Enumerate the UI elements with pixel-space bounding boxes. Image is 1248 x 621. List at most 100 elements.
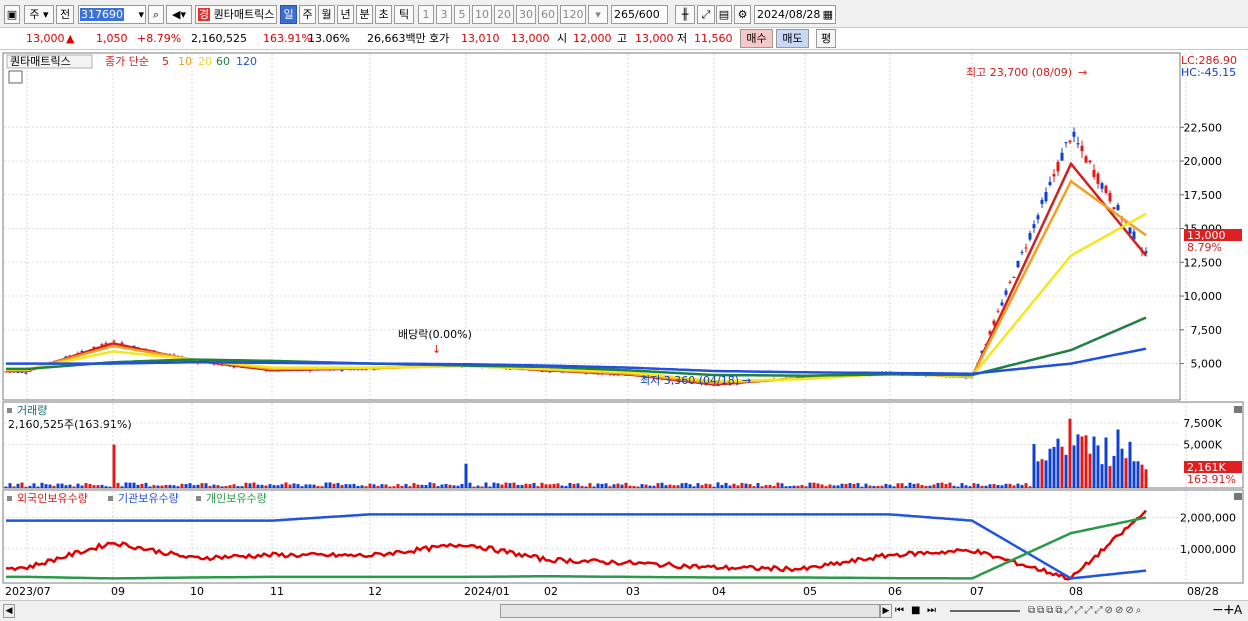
font-size-icon[interactable]: A — [1234, 602, 1246, 618]
date-field[interactable]: 2024/08/28 ▦ — [754, 5, 836, 24]
volume-bar — [996, 485, 1000, 488]
search-icon[interactable]: ⌕ — [148, 5, 164, 24]
volume-close-icon[interactable] — [1234, 406, 1242, 413]
volume-bar — [868, 485, 872, 488]
volume-bar — [1036, 461, 1040, 488]
custom-period-dropdown[interactable]: ▾ — [588, 5, 608, 24]
table-toggle-icon[interactable] — [8, 70, 23, 84]
scroll-right-button[interactable]: ▶ — [880, 604, 892, 618]
minute-5[interactable]: 5 — [454, 5, 470, 24]
candle-body — [1072, 131, 1076, 137]
volume-bar — [808, 482, 812, 488]
minute-20[interactable]: 20 — [494, 5, 514, 24]
stock-name: 퀀타매트릭스 — [213, 8, 275, 21]
stock-code-input[interactable]: 317690 ▾ — [78, 5, 146, 24]
volume-bar — [268, 484, 272, 488]
legend-ma120: 120 — [236, 55, 257, 68]
save-icon[interactable]: ▤ — [716, 5, 732, 24]
minute-120[interactable]: 120 — [560, 5, 586, 24]
candle-body — [1056, 161, 1060, 172]
volume-title: 거래량 — [17, 404, 47, 417]
period-second[interactable]: 초 — [375, 5, 392, 24]
volume-bar — [1088, 453, 1092, 488]
volume-bar — [1136, 461, 1140, 488]
period-day[interactable]: 일 — [280, 5, 297, 24]
sell-button[interactable]: 매도 — [776, 29, 809, 48]
volume-bar — [264, 485, 268, 488]
minute-3[interactable]: 3 — [436, 5, 452, 24]
volume-bar — [748, 484, 752, 488]
volume-bar — [360, 485, 364, 488]
mode-select[interactable]: 주 ▾ — [24, 5, 54, 24]
stop-icon[interactable]: ■ — [911, 604, 925, 618]
fast-forward-icon[interactable]: ⏭ — [927, 604, 941, 618]
grid-layer — [26, 54, 1187, 583]
volume-bar — [1112, 455, 1116, 488]
volume-bar — [172, 485, 176, 488]
volume-bar — [256, 484, 260, 488]
volume-bar — [1128, 441, 1132, 488]
volume-bar — [4, 486, 8, 488]
holdings-marker-foreign — [7, 496, 12, 501]
candle-body — [996, 311, 1000, 313]
calendar-icon[interactable]: ▦ — [823, 6, 833, 23]
stock-name-field[interactable]: 경 퀀타매트릭스 — [195, 5, 277, 24]
period-minute[interactable]: 분 — [356, 5, 373, 24]
x-axis-label: 09 — [111, 585, 125, 598]
scroll-left-button[interactable]: ◀ — [3, 604, 15, 618]
speaker-icon[interactable]: ◀▾ — [166, 5, 192, 24]
minute-1[interactable]: 1 — [418, 5, 434, 24]
gear-icon[interactable]: ⚙ — [734, 5, 751, 24]
front-button[interactable]: 전 — [56, 5, 74, 24]
volume-bar — [716, 482, 720, 488]
price-change: 1,050 — [96, 32, 128, 45]
volume-bar — [564, 485, 568, 488]
drawing-tools-icons[interactable]: ⧉⧉⧉⧉⤢⤢⤢⤢⊘⊘⊘⌕ — [1028, 604, 1218, 618]
volume-bar — [984, 485, 988, 488]
period-tick[interactable]: 틱 — [394, 5, 414, 24]
volume-bar — [880, 485, 884, 488]
eval-button[interactable]: 평 — [816, 29, 836, 48]
legend-ma60: 60 — [216, 55, 230, 68]
volume-bar — [728, 485, 732, 488]
x-axis-label: 05 — [803, 585, 817, 598]
scroll-thumb[interactable] — [500, 604, 880, 618]
volume-bar — [320, 486, 324, 488]
window-icon[interactable]: ▣ — [4, 5, 20, 24]
candle-body — [1068, 140, 1072, 143]
volume-bar — [368, 483, 372, 488]
minute-10[interactable]: 10 — [472, 5, 492, 24]
candle-body — [112, 340, 116, 342]
volume-bar — [992, 484, 996, 488]
volume-bar — [372, 484, 376, 488]
volume-bar — [1072, 445, 1076, 488]
volume-bar — [640, 484, 644, 488]
volume-bar — [420, 484, 424, 488]
volume-bar — [128, 482, 132, 488]
period-year[interactable]: 년 — [337, 5, 354, 24]
volume-bar — [596, 483, 600, 488]
holdings-line-1 — [6, 513, 1147, 580]
candle-body — [1092, 169, 1096, 177]
zoom-slider[interactable] — [950, 610, 1020, 612]
x-axis-label: 02 — [544, 585, 558, 598]
volume-bar — [680, 483, 684, 488]
rewind-icon[interactable]: ⏮ — [895, 604, 909, 618]
holdings-close-icon[interactable] — [1234, 493, 1242, 500]
line-draw-icon[interactable]: ⤢ — [697, 5, 715, 24]
volume-bar — [548, 484, 552, 488]
volume-bar — [56, 483, 60, 488]
period-month[interactable]: 월 — [318, 5, 335, 24]
volume-bar — [912, 484, 916, 488]
buy-button[interactable]: 매수 — [740, 29, 773, 48]
volume-bar — [44, 484, 48, 488]
minute-60[interactable]: 60 — [538, 5, 558, 24]
candle-type-icon[interactable]: ╫ — [675, 5, 695, 24]
volume-current-pct: 163.91% — [1187, 473, 1236, 486]
minute-30[interactable]: 30 — [516, 5, 536, 24]
period-week[interactable]: 주 — [299, 5, 316, 24]
count-field[interactable]: 265/600 — [611, 5, 668, 24]
volume-bar — [1120, 448, 1124, 488]
volume-bar — [1116, 429, 1120, 488]
volume-bar — [68, 484, 72, 488]
